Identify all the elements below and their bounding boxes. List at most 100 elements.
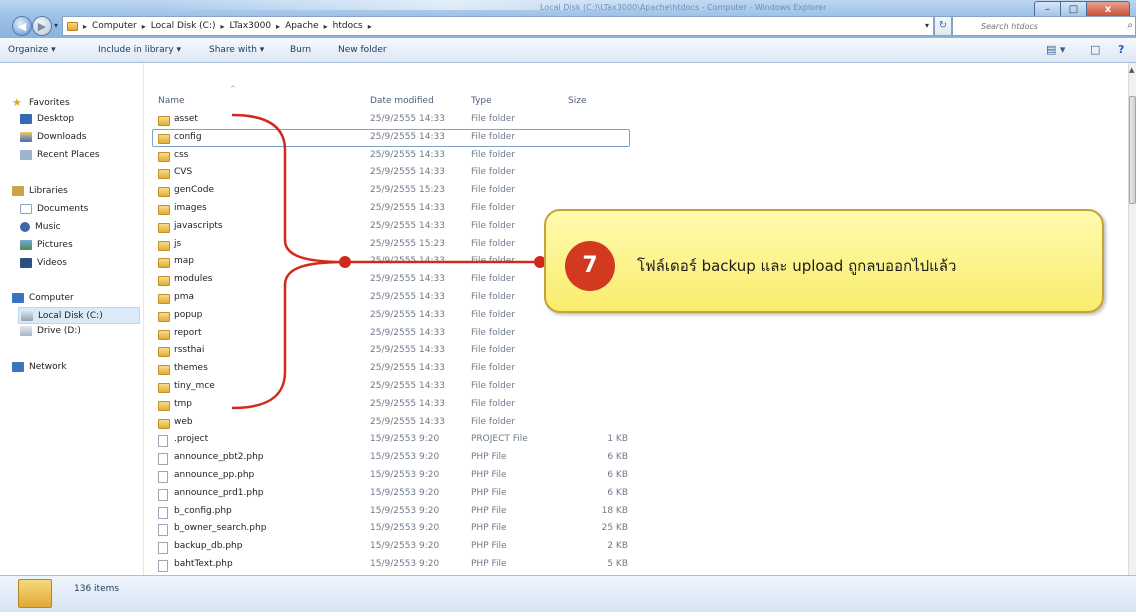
file-date: 15/9/2553 9:20 (370, 470, 440, 480)
breadcrumb-separator-icon[interactable]: ▸ (276, 22, 280, 31)
breadcrumb-separator-icon[interactable]: ▸ (83, 22, 87, 31)
folder-icon (158, 205, 170, 215)
recent-pages-dropdown[interactable]: ▾ (54, 21, 58, 30)
sidebar-item-drive-d[interactable]: Drive (D:) (20, 326, 81, 336)
file-name[interactable]: report (174, 328, 202, 338)
address-dropdown-icon[interactable]: ▾ (925, 21, 929, 30)
breadcrumb-separator-icon[interactable]: ▸ (324, 22, 328, 31)
folder-icon (158, 418, 170, 429)
back-button[interactable]: ◀ (12, 16, 32, 36)
file-date: 15/9/2553 9:20 (370, 523, 440, 534)
file-name[interactable]: b_config.php (174, 506, 232, 516)
file-type: File folder (471, 203, 516, 213)
folder-icon (158, 222, 170, 233)
music-icon (20, 222, 30, 232)
column-header-size[interactable]: Size (568, 96, 586, 106)
file-name[interactable]: bahtText.php (174, 559, 233, 569)
file-name[interactable]: announce_pbt2.php (174, 452, 264, 462)
file-name[interactable]: announce_pp.php (174, 470, 254, 480)
file-date: 25/9/2555 14:33 (370, 131, 445, 142)
file-name[interactable]: b_owner_search.php (174, 523, 266, 533)
file-name[interactable]: rssthai (174, 345, 204, 355)
file-name[interactable]: css (174, 150, 188, 160)
file-name[interactable]: js (174, 239, 181, 249)
file-name[interactable]: pma (174, 292, 194, 302)
file-name[interactable]: images (174, 203, 207, 213)
sidebar-item-downloads[interactable]: Downloads (20, 132, 86, 142)
share-with-menu[interactable]: Share with ▾ (209, 45, 264, 55)
file-name[interactable]: announce_prd1.php (174, 488, 264, 498)
file-name[interactable]: CVS (174, 167, 192, 177)
file-name[interactable]: popup (174, 310, 202, 320)
sidebar-item-videos[interactable]: Videos (20, 258, 67, 268)
forward-button[interactable]: ▶ (32, 16, 52, 36)
breadcrumb-separator-icon[interactable]: ▸ (142, 22, 146, 31)
network-icon (12, 362, 24, 372)
breadcrumb-htdocs[interactable]: htdocs (333, 21, 363, 31)
sidebar-favorites[interactable]: ★ Favorites (12, 96, 70, 109)
file-name[interactable]: .project (174, 434, 208, 444)
organize-menu[interactable]: Organize ▾ (8, 45, 56, 55)
breadcrumb-separator-icon[interactable]: ▸ (368, 22, 372, 31)
sidebar-item-music[interactable]: Music (20, 222, 61, 232)
sidebar-item-label: Documents (37, 204, 89, 214)
burn-button[interactable]: Burn (290, 45, 311, 55)
computer-icon (12, 293, 24, 303)
file-type: File folder (471, 345, 516, 356)
search-icon[interactable]: ⌕ (1127, 20, 1133, 31)
file-size: 2 KB (607, 541, 628, 552)
sidebar-item-label: Recent Places (37, 150, 100, 160)
sidebar-item-documents[interactable]: Documents (20, 204, 88, 214)
sidebar-item-desktop[interactable]: Desktop (20, 114, 74, 124)
breadcrumb-computer[interactable]: Computer (92, 21, 137, 31)
column-header-name[interactable]: Name (158, 96, 185, 106)
file-name[interactable]: themes (174, 363, 208, 373)
file-name[interactable]: genCode (174, 185, 214, 195)
search-input[interactable] (981, 17, 1131, 35)
file-size: 6 KB (607, 487, 628, 498)
file-name[interactable]: asset (174, 114, 198, 124)
file-name[interactable]: config (174, 132, 202, 142)
help-icon[interactable]: ? (1118, 43, 1124, 56)
breadcrumb-local-disk[interactable]: Local Disk (C:) (151, 21, 216, 31)
sidebar-item-label: Drive (D:) (37, 326, 81, 336)
sidebar-libraries[interactable]: Libraries (12, 186, 68, 196)
file-date: 15/9/2553 9:20 (370, 505, 440, 516)
column-header-type[interactable]: Type (471, 96, 492, 106)
file-name[interactable]: javascripts (174, 221, 223, 231)
sidebar-item-pictures[interactable]: Pictures (20, 240, 73, 250)
file-name[interactable]: tmp (174, 399, 192, 409)
new-folder-button[interactable]: New folder (338, 45, 387, 55)
sidebar-network[interactable]: Network (12, 362, 67, 372)
file-name[interactable]: modules (174, 274, 212, 284)
file-name[interactable]: web (174, 417, 193, 427)
file-name[interactable]: backup_db.php (174, 541, 242, 551)
breadcrumb-separator-icon[interactable]: ▸ (221, 22, 225, 31)
column-header-date[interactable]: Date modified (370, 96, 434, 106)
change-view-icon[interactable]: ▤ ▾ (1046, 43, 1065, 56)
address-bar[interactable]: ▸ Computer ▸ Local Disk (C:) ▸ LTax3000 … (62, 16, 934, 36)
search-box[interactable]: ⌕ (952, 16, 1136, 36)
include-in-library-menu[interactable]: Include in library ▾ (98, 45, 181, 55)
refresh-button[interactable]: ↻ (934, 16, 952, 36)
sidebar-item-label: Local Disk (C:) (38, 310, 103, 321)
file-type: File folder (471, 220, 516, 231)
sidebar-computer[interactable]: Computer (12, 293, 74, 303)
sidebar-item-recent-places[interactable]: Recent Places (20, 150, 100, 160)
sidebar-item-local-disk[interactable]: Local Disk (C:) (18, 307, 140, 324)
file-name[interactable]: tiny_mce (174, 381, 215, 391)
preview-pane-icon[interactable]: □ (1090, 43, 1100, 56)
scroll-up-icon[interactable]: ▲ (1129, 66, 1134, 74)
folder-icon (158, 133, 170, 144)
folder-icon (18, 579, 52, 608)
breadcrumb-apache[interactable]: Apache (285, 21, 319, 31)
sidebar-libraries-label: Libraries (29, 186, 68, 196)
folder-icon (158, 383, 170, 393)
command-bar: Organize ▾ Include in library ▾ Share wi… (0, 38, 1136, 63)
file-name[interactable]: map (174, 256, 194, 266)
sidebar-computer-label: Computer (29, 293, 74, 303)
file-icon (158, 542, 168, 555)
file-date: 15/9/2553 9:20 (370, 434, 440, 445)
breadcrumb-ltax3000[interactable]: LTax3000 (230, 21, 272, 31)
scrollbar-thumb[interactable] (1129, 96, 1136, 204)
